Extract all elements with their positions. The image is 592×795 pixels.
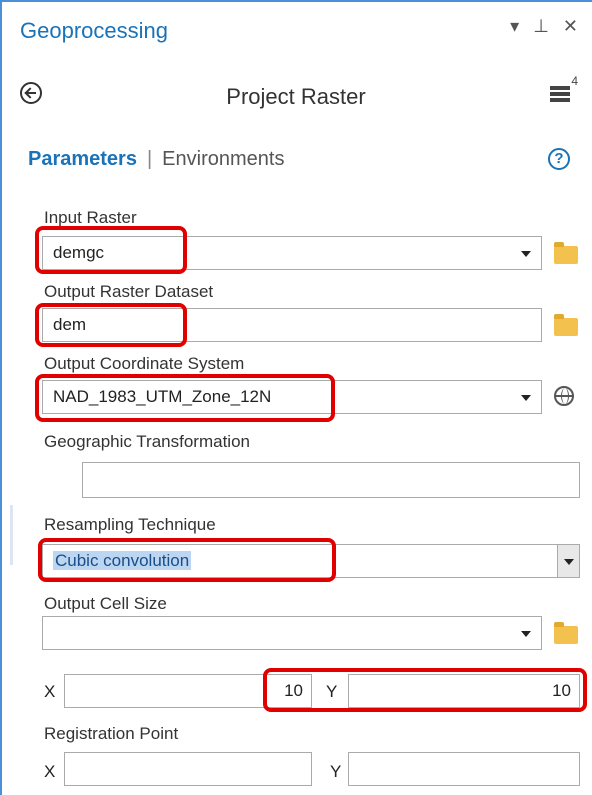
highlight-cell-xy [263,668,587,712]
chevron-down-icon[interactable] [521,251,531,257]
tab-separator: | [146,148,153,170]
highlight-output-raster [35,303,187,347]
globe-icon[interactable] [554,386,574,406]
chevron-down-icon[interactable] [557,545,579,577]
close-icon[interactable]: ✕ [563,16,578,37]
pane-options-icon[interactable]: ▾ [510,16,519,37]
geo-transform-field[interactable] [82,462,580,498]
chevron-down-icon[interactable] [521,631,531,637]
menu-badge: 4 [571,74,578,88]
highlight-input-raster [35,226,187,274]
highlight-resampling [38,538,336,582]
pane-left-border [0,0,2,795]
tab-bar: Parameters | Environments [28,148,284,171]
pin-icon[interactable]: ⊥ [533,16,549,37]
active-parameter-indicator [10,505,13,565]
cell-size-field[interactable] [42,616,542,650]
output-raster-label: Output Raster Dataset [44,282,214,301]
cell-size-label: Output Cell Size [44,594,167,613]
pane-controls: ▾ ⊥ ✕ [510,16,578,37]
highlight-output-cs [35,374,335,422]
tab-parameters[interactable]: Parameters [28,148,137,170]
pane-top-border [0,0,592,2]
chevron-down-icon[interactable] [521,395,531,401]
help-icon[interactable]: ? [548,148,570,170]
output-raster-folder-icon[interactable] [554,314,578,336]
tab-environments[interactable]: Environments [162,148,284,170]
cell-x-label: X [44,682,56,701]
input-raster-label: Input Raster [44,208,137,227]
tool-menu-icon[interactable]: 4 [550,74,578,106]
registration-y-input[interactable] [348,752,580,786]
tool-title: Project Raster [226,84,366,109]
input-raster-folder-icon[interactable] [554,242,578,264]
cell-size-folder-icon[interactable] [554,622,578,644]
registration-x-label: X [44,762,56,781]
pane-title: Geoprocessing [20,18,168,43]
geo-transform-label: Geographic Transformation [44,432,250,451]
resampling-label: Resampling Technique [44,515,216,534]
output-cs-label: Output Coordinate System [44,354,245,373]
registration-x-input[interactable] [64,752,312,786]
registration-label: Registration Point [44,724,179,743]
registration-y-label: Y [330,762,342,781]
